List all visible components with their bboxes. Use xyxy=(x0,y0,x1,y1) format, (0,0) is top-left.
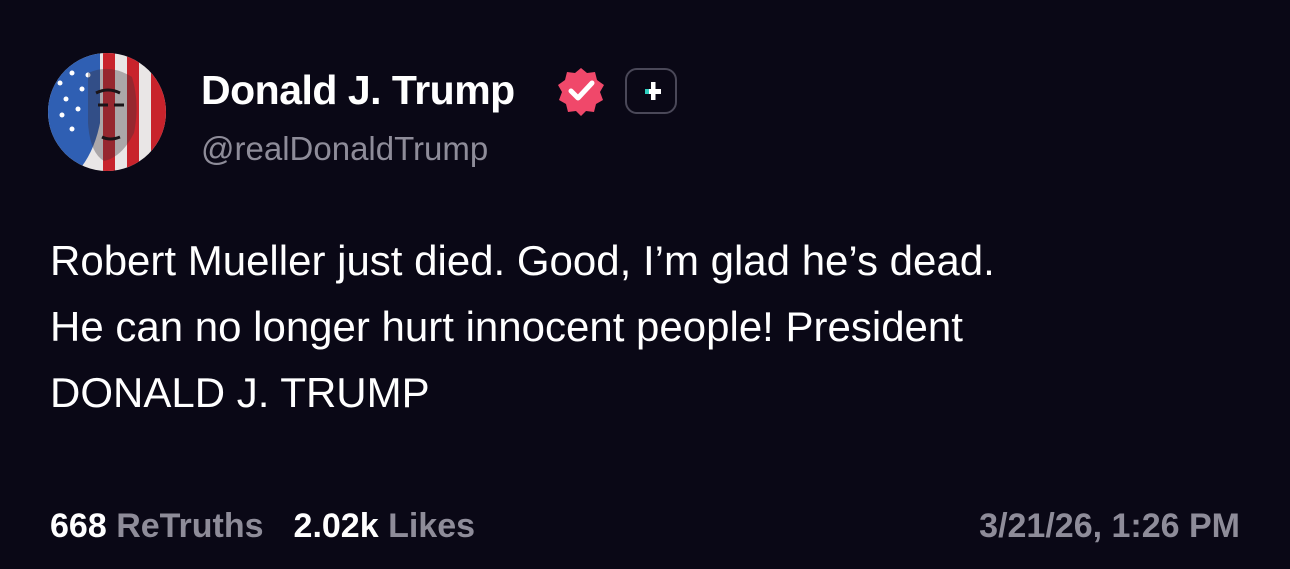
post-text-line: DONALD J. TRUMP xyxy=(50,369,430,416)
likes-stat[interactable]: 2.02k Likes xyxy=(294,507,476,545)
avatar[interactable] xyxy=(48,53,166,171)
truth-plus-icon[interactable] xyxy=(625,68,677,114)
likes-count: 2.02k xyxy=(293,507,379,545)
retruths-stat[interactable]: 668 ReTruths xyxy=(50,507,264,545)
author-handle[interactable]: @realDonaldTrump xyxy=(201,126,488,172)
retruths-count: 668 xyxy=(50,507,107,545)
verified-badge-icon xyxy=(556,66,606,116)
post-text-line: Robert Mueller just died. Good, I’m glad… xyxy=(50,237,995,284)
author-display-name[interactable]: Donald J. Trump xyxy=(201,62,515,118)
likes-label: Likes xyxy=(388,507,476,545)
post-text: Robert Mueller just died. Good, I’m glad… xyxy=(50,228,1250,426)
post-timestamp: 3/21/26, 1:26 PM xyxy=(979,507,1240,545)
post-card: Donald J. Trump @realDonaldTrump Robert … xyxy=(0,0,1290,569)
post-stats: 668 ReTruths 2.02k Likes xyxy=(50,503,475,549)
post-text-line: He can no longer hurt innocent people! P… xyxy=(50,303,963,350)
avatar-image xyxy=(48,53,166,171)
retruths-label: ReTruths xyxy=(116,507,264,545)
